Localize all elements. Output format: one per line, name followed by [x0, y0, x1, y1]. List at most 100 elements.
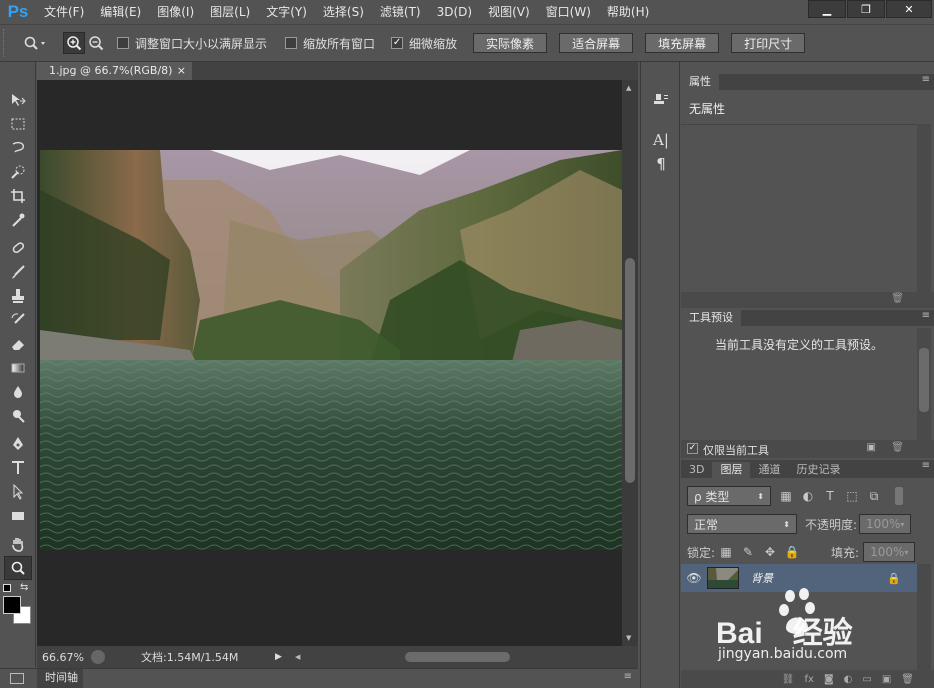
status-icon[interactable] — [91, 650, 105, 664]
layers-scrollbar[interactable] — [917, 564, 931, 670]
scroll-left-icon[interactable]: ◀ — [295, 653, 300, 661]
color-swatches[interactable]: ⇆ — [0, 582, 35, 624]
crop-tool-icon[interactable] — [4, 184, 32, 208]
pen-tool-icon[interactable] — [4, 432, 32, 456]
lock-position-icon[interactable]: ✥ — [759, 545, 781, 559]
panel-menu-icon[interactable]: ≡ — [922, 310, 930, 321]
scrubby-zoom-checkbox[interactable]: ✓ 细微缩放 — [391, 35, 457, 52]
adjustment-filter-icon[interactable]: ◐ — [797, 489, 819, 503]
trash-icon[interactable]: 🗑 — [891, 442, 904, 453]
menu-view[interactable]: 视图(V) — [480, 0, 538, 24]
panel-menu-icon[interactable]: ≡ — [922, 74, 930, 85]
options-grip[interactable] — [3, 29, 11, 57]
checkbox-box[interactable] — [285, 37, 298, 49]
menu-type[interactable]: 文字(Y) — [258, 0, 315, 24]
eye-icon[interactable]: 👁 — [681, 571, 707, 585]
timeline-icon[interactable] — [10, 673, 24, 684]
layer-mask-icon[interactable]: ◙ — [824, 674, 834, 685]
tab-channels[interactable]: 通道 — [750, 462, 788, 478]
tab-properties[interactable]: 属性 — [681, 74, 719, 90]
shape-filter-icon[interactable]: ⬚ — [841, 489, 863, 503]
vertical-scrollbar[interactable]: ▲ ▼ — [622, 80, 638, 646]
swap-colors-icon[interactable]: ⇆ — [20, 582, 28, 593]
horizontal-scroll-thumb[interactable] — [405, 652, 510, 662]
zoom-out-icon[interactable] — [85, 32, 107, 54]
menu-image[interactable]: 图像(I) — [149, 0, 202, 24]
zoom-tool-icon[interactable] — [4, 556, 32, 580]
horizontal-scrollbar[interactable]: ◀ ▶ — [295, 650, 657, 664]
type-tool-icon[interactable] — [4, 456, 32, 480]
adjustment-layer-icon[interactable]: ◐ — [844, 674, 853, 685]
maximize-button[interactable]: ❐ — [847, 0, 885, 18]
status-menu-arrow-icon[interactable]: ▶ — [275, 652, 287, 662]
close-icon[interactable]: × — [177, 62, 186, 80]
panel-menu-icon[interactable]: ≡ — [624, 671, 632, 682]
lock-all-icon[interactable]: 🔒 — [781, 545, 803, 559]
character-icon[interactable]: A| — [643, 128, 679, 152]
presets-scrollbar[interactable] — [917, 328, 931, 440]
lasso-tool-icon[interactable] — [4, 136, 32, 160]
zoom-tool-preset-icon[interactable] — [19, 32, 51, 54]
link-layers-icon[interactable]: ⛓ — [782, 674, 795, 685]
tool-presets-icon[interactable] — [643, 88, 679, 112]
zoom-in-icon[interactable] — [63, 32, 85, 54]
menu-filter[interactable]: 滤镜(T) — [372, 0, 429, 24]
presets-scroll-thumb[interactable] — [919, 348, 929, 412]
tab-3d[interactable]: 3D — [681, 462, 712, 478]
gradient-tool-icon[interactable] — [4, 356, 32, 380]
menu-file[interactable]: 文件(F) — [36, 0, 92, 24]
document-image[interactable] — [40, 150, 622, 550]
properties-scrollbar[interactable] — [917, 124, 931, 292]
lock-pixels-icon[interactable]: ✎ — [737, 545, 759, 559]
minimize-button[interactable]: ▁ — [808, 0, 846, 18]
layer-filter-select[interactable]: ρ 类型 ⬍ — [687, 486, 771, 506]
zoom-all-checkbox[interactable]: 缩放所有窗口 — [285, 35, 375, 52]
default-colors-icon[interactable] — [3, 584, 11, 592]
print-size-button[interactable]: 打印尺寸 — [731, 33, 806, 53]
document-tab[interactable]: 1.jpg @ 66.7%(RGB/8) × — [37, 62, 192, 80]
fit-screen-button[interactable]: 适合屏幕 — [559, 33, 634, 53]
menu-window[interactable]: 窗口(W) — [538, 0, 599, 24]
new-layer-icon[interactable]: ▣ — [882, 674, 891, 685]
eyedropper-tool-icon[interactable] — [4, 208, 32, 232]
tab-layers[interactable]: 图层 — [712, 462, 751, 478]
checkbox-checked[interactable]: ✓ — [687, 443, 698, 454]
foreground-color-swatch[interactable] — [3, 596, 21, 614]
marquee-tool-icon[interactable] — [4, 112, 32, 136]
vertical-scroll-thumb[interactable] — [625, 258, 635, 483]
rectangle-tool-icon[interactable] — [4, 504, 32, 528]
scroll-up-icon[interactable]: ▲ — [626, 84, 631, 92]
blend-mode-select[interactable]: 正常 ⬍ — [687, 514, 797, 534]
fill-input[interactable]: 100% ▾ — [863, 542, 916, 562]
new-group-icon[interactable]: ▭ — [862, 674, 871, 685]
tab-tool-presets[interactable]: 工具预设 — [681, 310, 741, 326]
new-preset-icon[interactable]: ▣ — [867, 442, 876, 453]
tab-history[interactable]: 历史记录 — [788, 462, 848, 478]
menu-edit[interactable]: 编辑(E) — [92, 0, 149, 24]
dodge-tool-icon[interactable] — [4, 404, 32, 428]
panel-menu-icon[interactable]: ≡ — [922, 460, 930, 471]
quick-selection-tool-icon[interactable] — [4, 160, 32, 184]
eraser-tool-icon[interactable] — [4, 332, 32, 356]
brush-tool-icon[interactable] — [4, 260, 32, 284]
checkbox-box[interactable] — [117, 37, 129, 49]
path-selection-tool-icon[interactable] — [4, 480, 32, 504]
pixel-filter-icon[interactable]: ▦ — [775, 489, 797, 503]
clone-stamp-tool-icon[interactable] — [4, 284, 32, 308]
menu-3d[interactable]: 3D(D) — [429, 0, 480, 24]
blur-tool-icon[interactable] — [4, 380, 32, 404]
zoom-level[interactable]: 66.67% — [37, 651, 87, 664]
menu-select[interactable]: 选择(S) — [315, 0, 372, 24]
close-button[interactable]: ✕ — [886, 0, 932, 18]
fill-screen-button[interactable]: 填充屏幕 — [645, 33, 720, 53]
healing-brush-tool-icon[interactable] — [4, 236, 32, 260]
trash-icon[interactable]: 🗑 — [901, 674, 914, 685]
opacity-input[interactable]: 100% ▾ — [859, 514, 912, 534]
hand-tool-icon[interactable] — [4, 532, 32, 556]
paragraph-icon[interactable]: ¶ — [643, 152, 679, 176]
menu-help[interactable]: 帮助(H) — [599, 0, 657, 24]
type-filter-icon[interactable]: T — [819, 489, 841, 503]
fit-window-checkbox[interactable]: 调整窗口大小以满屏显示 — [117, 35, 267, 52]
trash-icon[interactable]: 🗑 — [891, 293, 904, 304]
scroll-down-icon[interactable]: ▼ — [626, 634, 631, 642]
